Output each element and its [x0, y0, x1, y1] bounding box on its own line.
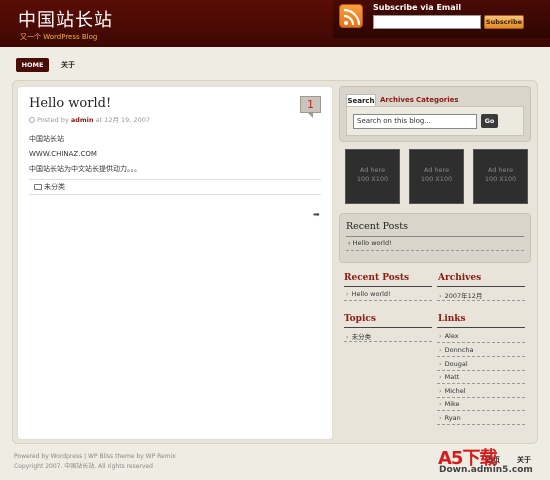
clock-icon — [29, 117, 35, 123]
comment-count[interactable]: 1 — [300, 96, 321, 113]
divider — [437, 410, 525, 411]
ad-text: Ad here — [359, 166, 386, 174]
topic-item[interactable]: 未分类 — [346, 331, 372, 341]
footer-copyright: Copyright 2007. 中国站长站. All rights reserv… — [14, 463, 153, 470]
footer-powered-by: Powered by Wordpress | WP Bliss theme by… — [14, 453, 176, 460]
comment-bubble-tail — [308, 113, 313, 118]
link-item[interactable]: Ryan — [439, 414, 461, 422]
recent-posts-title: Recent Posts — [344, 273, 410, 283]
recent-posts-box-title: Recent Posts — [346, 221, 408, 232]
divider — [437, 327, 525, 328]
ad-slot[interactable]: Ad here 100 X100 — [409, 149, 464, 204]
link-item[interactable]: Alex — [439, 332, 459, 340]
ad-text: Ad here — [487, 166, 514, 174]
footer-about-link[interactable]: 关于 — [517, 455, 531, 465]
divider — [346, 236, 524, 237]
divider — [344, 341, 432, 342]
divider — [437, 300, 525, 301]
post-meta: Posted by admin at 12月 19, 2007 — [29, 114, 150, 124]
archive-item[interactable]: 2007年12月 — [439, 290, 483, 300]
ad-size: 100 X100 — [420, 175, 453, 183]
ad-slot[interactable]: Ad here 100 X100 — [345, 149, 400, 204]
post-card — [17, 86, 333, 440]
divider — [437, 370, 525, 371]
tab-search[interactable]: Search — [346, 94, 376, 106]
ad-size: 100 X100 — [484, 175, 517, 183]
link-item[interactable]: Dougal — [439, 360, 468, 368]
divider — [344, 286, 432, 287]
divider — [437, 286, 525, 287]
divider — [437, 356, 525, 357]
post-body-line: 中国站长站为中文站长提供动力。。。 — [29, 165, 141, 173]
divider — [437, 383, 525, 384]
post-body-line: 中国站长站 — [29, 135, 64, 143]
read-more-arrow-icon[interactable]: ➡ — [313, 210, 320, 219]
recent-posts-box-item[interactable]: › Hello world! — [348, 239, 392, 247]
links-title: Links — [438, 314, 466, 324]
post-body-line: WWW.CHINAZ.COM — [29, 150, 97, 158]
ad-size: 100 X100 — [356, 175, 389, 183]
rss-icon[interactable] — [339, 4, 363, 28]
topics-title: Topics — [344, 314, 376, 324]
divider — [346, 250, 524, 251]
ad-text: Ad here — [423, 166, 450, 174]
divider — [437, 397, 525, 398]
link-item[interactable]: Michel — [439, 387, 466, 395]
divider — [437, 342, 525, 343]
nav-about[interactable]: 关于 — [61, 58, 75, 72]
post-title[interactable]: Hello world! — [29, 96, 111, 111]
ad-slot[interactable]: Ad here 100 X100 — [473, 149, 528, 204]
subscribe-label: Subscribe via Email — [373, 3, 462, 12]
post-date: at 12月 19, 2007 — [95, 116, 150, 124]
post-category[interactable]: 未分类 — [29, 179, 321, 195]
post-author[interactable]: admin — [71, 116, 94, 124]
subscribe-button[interactable]: Subscribe — [484, 15, 524, 29]
search-input[interactable]: Search on this blog... — [353, 114, 477, 129]
recent-post-item[interactable]: Hello world! — [346, 290, 391, 298]
site-title[interactable]: 中国站长站 — [18, 6, 113, 32]
divider — [344, 327, 432, 328]
archives-title: Archives — [438, 273, 482, 283]
link-item[interactable]: Matt — [439, 373, 460, 381]
folder-icon — [34, 184, 42, 190]
go-button[interactable]: Go — [481, 114, 498, 128]
divider — [437, 424, 525, 425]
posted-by-label: Posted by — [37, 116, 69, 124]
tab-archives[interactable]: Archives — [380, 94, 414, 106]
watermark-site: Down.admin5.com — [439, 465, 533, 475]
link-item[interactable]: Mike — [439, 400, 460, 408]
link-item[interactable]: Donncha — [439, 346, 474, 354]
nav-home[interactable]: HOME — [16, 58, 49, 72]
subscribe-email-input[interactable] — [373, 15, 481, 29]
site-description: 又一个 WordPress Blog — [20, 33, 98, 41]
tab-categories[interactable]: Categories — [416, 94, 459, 106]
divider — [344, 300, 432, 301]
